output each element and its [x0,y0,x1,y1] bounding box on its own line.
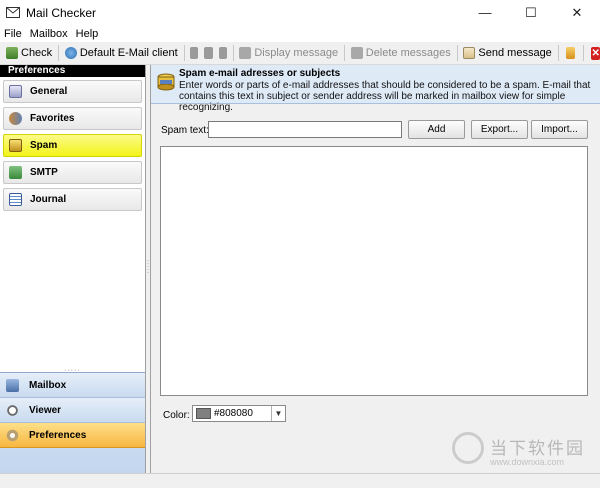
spam-list[interactable] [160,146,588,396]
check-button[interactable]: Check [3,43,55,63]
toolbar: Check Default E-Mail client Display mess… [0,42,600,65]
general-icon [9,85,22,98]
toolbar-separator [456,45,458,61]
mailbox-icon [6,378,19,392]
nav-item-label: Viewer [29,404,62,416]
nav-item-viewer[interactable]: Viewer [0,398,145,423]
export-button[interactable]: Export... [471,120,528,139]
color-value: #808080 [214,408,253,419]
globe-icon [64,47,77,59]
pref-item-journal[interactable]: Journal [3,188,142,211]
forward-icon[interactable] [204,47,213,59]
color-label: Color: [163,410,190,421]
left-pane: Preferences General Favorites Spam SMTP … [0,65,146,473]
display-message-icon [239,47,252,59]
toolbar-separator [344,45,345,61]
display-message-button[interactable]: Display message [236,43,341,63]
spam-text-input[interactable] [208,121,402,138]
preferences-list: General Favorites Spam SMTP Journal [0,77,145,211]
info-header: Spam e-mail adresses or subjects Enter w… [151,65,600,113]
maximize-button[interactable]: ☐ [508,0,554,25]
pref-item-label: General [30,86,68,97]
navigation-panel: Mailbox Viewer Preferences [0,372,145,473]
check-mail-icon [6,47,18,59]
pref-item-label: SMTP [30,167,58,178]
check-label: Check [21,47,53,59]
toolbar-separator [232,45,234,61]
smtp-server-icon [9,166,22,179]
pref-item-label: Journal [30,194,67,205]
menu-bar: File Mailbox Help [0,25,600,42]
toolbar-separator [58,45,59,61]
splitter-grip: · · · · · [147,258,149,276]
menu-mailbox[interactable]: Mailbox [26,28,72,40]
mail-icon [6,7,20,18]
import-button[interactable]: Import... [531,120,588,139]
title-bar: Mail Checker — ☐ ✕ [0,0,600,25]
spam-can-icon [156,71,176,91]
color-swatch [196,408,211,419]
spam-can-icon [9,139,22,152]
preferences-header: Preferences [0,65,145,77]
nav-item-mailbox[interactable]: Mailbox [0,373,145,398]
info-title: Spam e-mail adresses or subjects [179,68,341,79]
mark-read-icon[interactable] [218,47,227,59]
send-message-label: Send message [478,47,552,59]
toolbar-separator [582,45,584,61]
pref-item-label: Spam [30,140,58,151]
pref-item-spam[interactable]: Spam [3,134,142,157]
gear-icon [6,428,19,442]
pref-item-favorites[interactable]: Favorites [3,107,142,130]
watermark-url: www.downxia.com [490,457,565,467]
watermark-logo-icon [452,432,484,464]
spam-settings-panel: Spam e-mail adresses or subjects Enter w… [151,65,600,473]
pref-item-label: Favorites [30,113,75,124]
exit-icon[interactable]: ✕ [591,46,600,60]
nav-item-label: Preferences [29,429,87,441]
address-book-icon[interactable] [566,47,575,59]
watermark: 当下软件园 www.downxia.com [452,432,592,472]
pref-item-smtp[interactable]: SMTP [3,161,142,184]
watermark-text: 当下软件园 [490,439,585,458]
send-message-icon [463,47,476,59]
display-message-label: Display message [254,47,339,59]
send-message-button[interactable]: Send message [460,43,554,63]
status-bar [0,473,600,488]
delete-messages-icon [350,47,363,59]
default-client-button[interactable]: Default E-Mail client [62,43,181,63]
chevron-down-icon[interactable]: ▼ [271,406,285,421]
reply-icon[interactable] [190,47,199,59]
journal-icon [9,193,22,206]
default-client-label: Default E-Mail client [79,47,178,59]
close-button[interactable]: ✕ [554,0,600,25]
magnifier-icon [6,403,19,417]
add-button[interactable]: Add [408,120,465,139]
menu-help[interactable]: Help [72,28,103,40]
users-icon [9,112,22,125]
toolbar-separator [557,45,559,61]
color-dropdown[interactable]: #808080 ▼ [192,405,286,422]
menu-file[interactable]: File [0,28,26,40]
spam-text-label: Spam text: [161,125,209,136]
delete-messages-label: Delete messages [365,47,451,59]
toolbar-separator [183,45,185,61]
window-title: Mail Checker [26,5,97,20]
info-description: Enter words or parts of e-mail addresses… [179,80,591,113]
nav-item-preferences[interactable]: Preferences [0,423,145,448]
minimize-button[interactable]: — [462,0,508,25]
delete-messages-button[interactable]: Delete messages [348,43,454,63]
pref-item-general[interactable]: General [3,80,142,103]
nav-item-label: Mailbox [29,379,67,391]
